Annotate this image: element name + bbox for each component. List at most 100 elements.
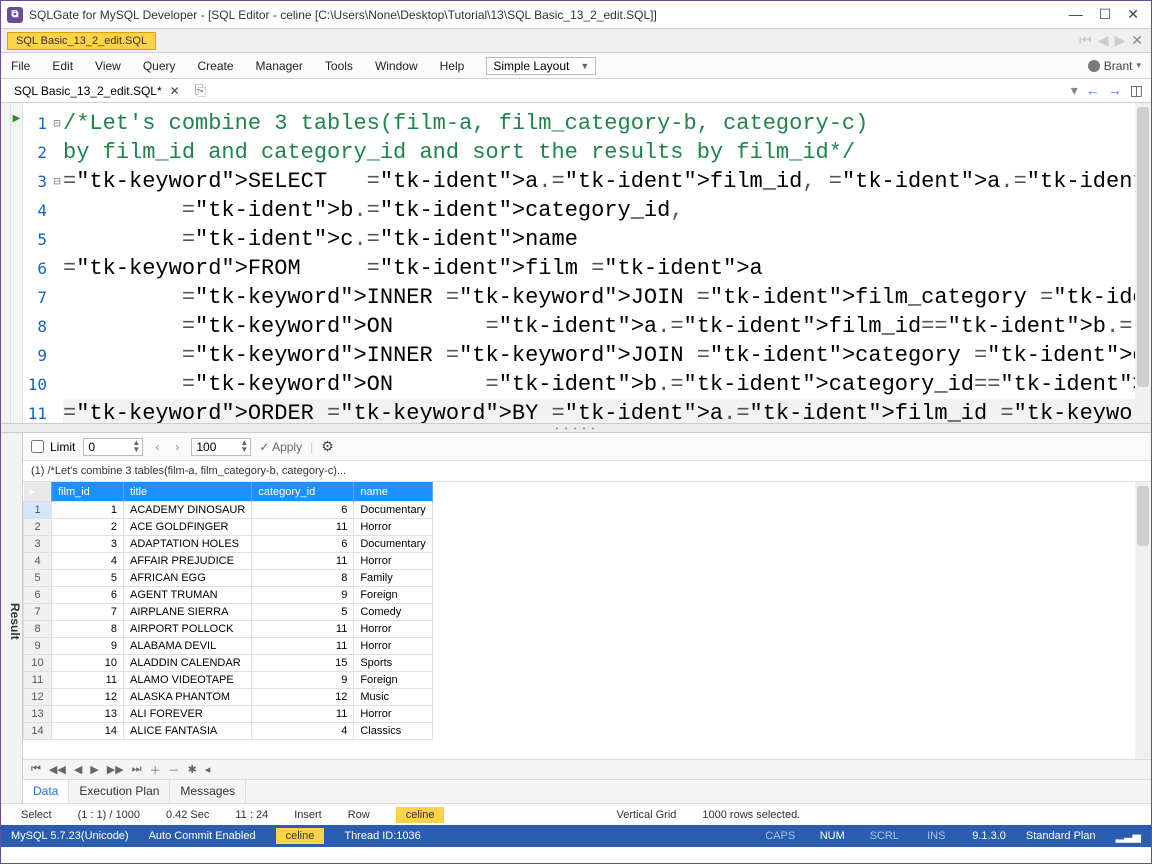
cell-film-id[interactable]: 1 [52, 502, 124, 519]
scrollbar-thumb[interactable] [1137, 107, 1149, 387]
nav-first-icon[interactable]: ⏮ [31, 763, 41, 776]
cell-name[interactable]: Documentary [354, 536, 432, 553]
limit-value-input[interactable]: 0 ▲▼ [83, 438, 143, 456]
cell-name[interactable]: Family [354, 570, 432, 587]
nav-prev-icon[interactable]: ◀ [74, 763, 82, 776]
cell-name[interactable]: Foreign [354, 587, 432, 604]
new-file-icon[interactable]: ⎘ [195, 82, 206, 99]
menu-file[interactable]: File [11, 59, 30, 73]
result-tab-messages[interactable]: Messages [170, 780, 246, 803]
cell-category-id[interactable]: 11 [252, 706, 354, 723]
cell-name[interactable]: Horror [354, 553, 432, 570]
menu-tools[interactable]: Tools [325, 59, 353, 73]
cell-title[interactable]: AFRICAN EGG [124, 570, 252, 587]
page-size-input[interactable]: 100 ▲▼ [191, 438, 251, 456]
scrollbar-thumb[interactable] [1137, 486, 1149, 546]
code-editor[interactable]: /*Let's combine 3 tables(film-a, film_ca… [63, 103, 1135, 423]
cell-film-id[interactable]: 5 [52, 570, 124, 587]
cell-film-id[interactable]: 13 [52, 706, 124, 723]
limit-checkbox-input[interactable] [31, 440, 44, 453]
cell-title[interactable]: AIRPLANE SIERRA [124, 604, 252, 621]
cell-category-id[interactable]: 11 [252, 638, 354, 655]
cell-film-id[interactable]: 7 [52, 604, 124, 621]
column-header[interactable]: name [354, 482, 432, 502]
nav-next-page-icon[interactable]: ▶▶ [107, 763, 124, 776]
close-tab-icon[interactable]: ✕ [170, 84, 180, 98]
cell-category-id[interactable]: 6 [252, 502, 354, 519]
cell-film-id[interactable]: 3 [52, 536, 124, 553]
cell-film-id[interactable]: 11 [52, 672, 124, 689]
table-row[interactable]: 77AIRPLANE SIERRA5Comedy [24, 604, 433, 621]
column-header[interactable]: title [124, 482, 252, 502]
cell-film-id[interactable]: 12 [52, 689, 124, 706]
cell-category-id[interactable]: 11 [252, 621, 354, 638]
cell-title[interactable]: ADAPTATION HOLES [124, 536, 252, 553]
cell-title[interactable]: ALASKA PHANTOM [124, 689, 252, 706]
minimize-button[interactable]: — [1069, 6, 1083, 23]
gear-icon[interactable]: ⚙ [321, 438, 334, 455]
cell-category-id[interactable]: 11 [252, 553, 354, 570]
nav-first-icon[interactable]: ⏮ [1079, 32, 1092, 49]
open-file-chip[interactable]: SQL Basic_13_2_edit.SQL [7, 32, 156, 50]
grid-scrollbar[interactable] [1135, 482, 1151, 759]
cell-title[interactable]: ALICE FANTASIA [124, 723, 252, 740]
horizontal-split-handle[interactable]: • • • • • [1, 423, 1151, 433]
cell-title[interactable]: ACADEMY DINOSAUR [124, 502, 252, 519]
nav-more-icon[interactable]: ✱ [188, 763, 197, 776]
table-row[interactable]: 1414ALICE FANTASIA4Classics [24, 723, 433, 740]
table-row[interactable]: 11ACADEMY DINOSAUR6Documentary [24, 502, 433, 519]
menu-help[interactable]: Help [440, 59, 465, 73]
nav-next-icon[interactable]: ▶ [1114, 32, 1125, 49]
cell-title[interactable]: ALADDIN CALENDAR [124, 655, 252, 672]
cell-category-id[interactable]: 9 [252, 587, 354, 604]
stepper-arrows-icon[interactable]: ▲▼ [240, 439, 248, 453]
user-menu[interactable]: Brant ▾ [1088, 59, 1141, 73]
cell-title[interactable]: ALABAMA DEVIL [124, 638, 252, 655]
run-gutter[interactable]: ▶ [11, 103, 23, 423]
cell-name[interactable]: Horror [354, 519, 432, 536]
cell-category-id[interactable]: 15 [252, 655, 354, 672]
cell-name[interactable]: Horror [354, 621, 432, 638]
table-row[interactable]: 1212ALASKA PHANTOM12Music [24, 689, 433, 706]
table-row[interactable]: 1111ALAMO VIDEOTAPE9Foreign [24, 672, 433, 689]
maximize-button[interactable]: ☐ [1099, 6, 1112, 23]
cell-title[interactable]: AGENT TRUMAN [124, 587, 252, 604]
cell-film-id[interactable]: 10 [52, 655, 124, 672]
cell-name[interactable]: Horror [354, 638, 432, 655]
cell-film-id[interactable]: 4 [52, 553, 124, 570]
cell-category-id[interactable]: 5 [252, 604, 354, 621]
cell-category-id[interactable]: 6 [252, 536, 354, 553]
limit-checkbox[interactable]: Limit [31, 440, 75, 454]
table-row[interactable]: 99ALABAMA DEVIL11Horror [24, 638, 433, 655]
stepper-arrows-icon[interactable]: ▲▼ [132, 439, 140, 453]
cell-category-id[interactable]: 11 [252, 519, 354, 536]
editor-scrollbar[interactable] [1135, 103, 1151, 423]
table-row[interactable]: 33ADAPTATION HOLES6Documentary [24, 536, 433, 553]
table-row[interactable]: 88AIRPORT POLLOCK11Horror [24, 621, 433, 638]
close-button[interactable]: ✕ [1127, 6, 1139, 23]
menu-query[interactable]: Query [143, 59, 176, 73]
cell-name[interactable]: Foreign [354, 672, 432, 689]
cell-category-id[interactable]: 12 [252, 689, 354, 706]
menu-manager[interactable]: Manager [256, 59, 303, 73]
table-row[interactable]: 1010ALADDIN CALENDAR15Sports [24, 655, 433, 672]
cell-name[interactable]: Classics [354, 723, 432, 740]
result-tab-data[interactable]: Data [23, 780, 69, 803]
cell-title[interactable]: AFFAIR PREJUDICE [124, 553, 252, 570]
tool-prev-icon[interactable]: ← [1086, 82, 1100, 99]
cell-category-id[interactable]: 8 [252, 570, 354, 587]
cell-film-id[interactable]: 6 [52, 587, 124, 604]
nav-prev-icon[interactable]: ◀ [1098, 32, 1109, 49]
nav-close-icon[interactable]: ✕ [1131, 32, 1143, 49]
result-tab-execution-plan[interactable]: Execution Plan [69, 780, 170, 803]
cell-name[interactable]: Sports [354, 655, 432, 672]
table-row[interactable]: 55AFRICAN EGG8Family [24, 570, 433, 587]
cell-name[interactable]: Comedy [354, 604, 432, 621]
table-row[interactable]: 22ACE GOLDFINGER11Horror [24, 519, 433, 536]
menu-create[interactable]: Create [198, 59, 234, 73]
cell-title[interactable]: ACE GOLDFINGER [124, 519, 252, 536]
nav-next-icon[interactable]: ▶ [90, 763, 98, 776]
fold-column[interactable]: ⊟⊟ [51, 103, 63, 423]
menu-view[interactable]: View [95, 59, 121, 73]
cell-name[interactable]: Horror [354, 706, 432, 723]
